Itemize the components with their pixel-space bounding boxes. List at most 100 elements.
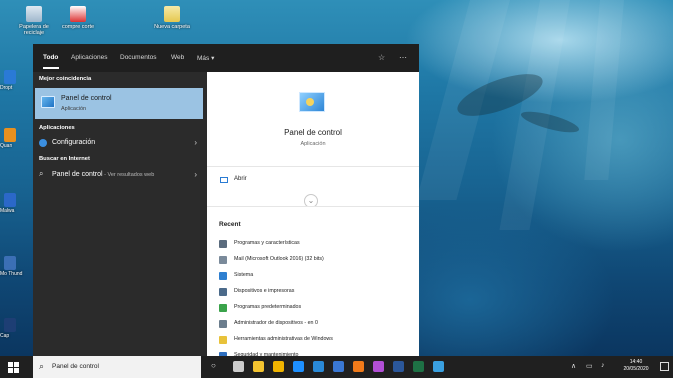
desktop-icon-cap[interactable]: Cap (0, 318, 24, 339)
tab-documentos[interactable]: Documentos (120, 54, 157, 61)
open-window-icon (220, 177, 228, 183)
network-icon[interactable]: ▭ (586, 362, 593, 370)
recent-item[interactable]: Sistema (219, 271, 415, 283)
ie-icon[interactable] (313, 361, 324, 372)
best-match-subtitle: Aplicación (61, 106, 87, 112)
windows-store-icon[interactable] (333, 361, 344, 372)
gear-icon (39, 139, 47, 147)
recent-item[interactable]: Programas predeterminados (219, 303, 415, 315)
search-tabs: Todo Aplicaciones Documentos Web Más ▾ ☆… (33, 44, 419, 72)
windows-logo-part (14, 368, 19, 373)
web-suffix: - Ver resultados web (102, 172, 155, 178)
recent-item[interactable]: Dispositivos e impresoras (219, 287, 415, 299)
light-ray (584, 0, 624, 180)
pdf-icon (70, 6, 86, 22)
taskbar: ⌕ Panel de control ○ ∧ ▭ ♪ 14:40 20/05/2… (0, 356, 673, 378)
word-icon[interactable] (393, 361, 404, 372)
recent-item-icon (219, 256, 227, 264)
recent-item-label: Dispositivos e impresoras (234, 288, 295, 294)
thunderbird-icon (4, 256, 16, 270)
store-icon[interactable] (273, 361, 284, 372)
desktop-icon-label: Papelera de reciclaje (19, 24, 49, 36)
recent-item-label: Programas predeterminados (234, 304, 302, 310)
result-web-search[interactable]: ⌕ Panel de control - Ver resultados web … (33, 168, 207, 184)
preview-pane: Panel de control Aplicación Abrir ⌄ Rece… (207, 72, 419, 376)
search-text: Panel de control (52, 363, 99, 370)
recent-item-icon (219, 272, 227, 280)
tab-aplicaciones[interactable]: Aplicaciones (71, 54, 108, 61)
windows-logo-part (14, 362, 19, 367)
clock-date: 20/05/2020 (623, 366, 649, 372)
open-label: Abrir (234, 176, 247, 182)
best-match-item[interactable]: Panel de control Aplicación (35, 88, 203, 119)
desktop-icon-dropbox[interactable]: Dropt (0, 70, 24, 91)
search-icon: ⌕ (39, 361, 45, 371)
section-apps: Aplicaciones (39, 125, 75, 131)
desktop-icon-label: Cap (0, 333, 10, 339)
teams-icon[interactable] (373, 361, 384, 372)
recent-item-icon (219, 288, 227, 296)
cortana-icon[interactable]: ○ (211, 361, 216, 370)
search-icon: ⌕ (39, 169, 44, 178)
chevron-right-icon[interactable]: › (194, 170, 197, 179)
desktop-icon-label: compre corte (61, 24, 95, 30)
result-label: Panel de control - Ver resultados web (52, 171, 154, 178)
recent-item-icon (219, 304, 227, 312)
recent-item[interactable]: Mail (Microsoft Outlook 2016) (32 bits) (219, 255, 415, 267)
app-icon[interactable] (433, 361, 444, 372)
desktop-icon-label: Malwa (0, 208, 15, 214)
chevron-right-icon[interactable]: › (194, 138, 197, 147)
start-button[interactable] (8, 362, 19, 373)
section-internet: Buscar en Internet (39, 156, 90, 162)
recent-item-label: Administrador de dispositivos - en 0 (234, 320, 318, 326)
desktop-icon-nueva-carpeta[interactable]: Nueva carpeta (150, 6, 194, 30)
desktop-icon-label: Dropt (0, 85, 13, 91)
recent-item[interactable]: Herramientas administrativas de Windows (219, 335, 415, 347)
desktop-icon-thunderbird[interactable]: Mo Thund (0, 256, 24, 277)
open-action[interactable]: Abrir ⌄ (207, 166, 419, 208)
recent-item-label: Sistema (234, 272, 254, 278)
taskbar-search-box[interactable]: ⌕ Panel de control (33, 356, 201, 378)
feedback-icon[interactable]: ☆ (378, 53, 385, 62)
control-panel-icon (41, 96, 55, 108)
firefox-icon[interactable] (353, 361, 364, 372)
section-best-match: Mejor coincidencia (39, 76, 92, 82)
web-query: Panel de control (52, 171, 103, 178)
volume-icon[interactable]: ♪ (601, 362, 605, 369)
recent-item[interactable]: Programas y características (219, 239, 415, 251)
task-view-icon[interactable] (233, 361, 244, 372)
more-options-icon[interactable]: ⋯ (399, 53, 407, 62)
desktop-icon-label: Nueva carpeta (154, 24, 190, 30)
recent-item-label: Herramientas administrativas de Windows (234, 336, 333, 342)
desktop-icon-compre-corte[interactable]: compre corte (56, 6, 100, 30)
chevron-up-icon[interactable]: ∧ (571, 362, 576, 370)
notification-icon[interactable] (660, 362, 669, 371)
tab-todo[interactable]: Todo (43, 54, 58, 61)
preview-type: Aplicación (300, 141, 326, 147)
desktop-icon-malwarebytes[interactable]: Malwa (0, 193, 24, 214)
preview-header: Panel de control Aplicación (207, 72, 419, 166)
edge-icon[interactable] (293, 361, 304, 372)
result-configuracion[interactable]: Configuración › (33, 136, 207, 152)
excel-icon[interactable] (413, 361, 424, 372)
preview-title: Panel de control (284, 128, 342, 137)
search-panel: Todo Aplicaciones Documentos Web Más ▾ ☆… (33, 44, 419, 376)
dropbox-icon (4, 70, 16, 84)
result-label: Configuración (52, 139, 96, 146)
control-panel-icon (299, 92, 325, 112)
desktop-icon-quan[interactable]: Quan (0, 128, 24, 149)
recent-item[interactable]: Administrador de dispositivos - en 0 (219, 319, 415, 331)
app-icon (4, 128, 16, 142)
clock[interactable]: 14:40 20/05/2020 (618, 359, 654, 373)
desktop-icon-recycle-bin[interactable]: Papelera de reciclaje (12, 6, 56, 36)
clock-time: 14:40 (629, 359, 643, 365)
recent-header: Recent (219, 221, 241, 228)
tab-web[interactable]: Web (171, 54, 184, 61)
recent-item-label: Mail (Microsoft Outlook 2016) (32 bits) (234, 256, 324, 262)
recent-item-icon (219, 336, 227, 344)
tab-mas[interactable]: Más ▾ (197, 54, 214, 62)
windows-logo-icon (8, 362, 13, 367)
sticky-notes-icon[interactable] (253, 361, 264, 372)
recent-item-icon (219, 320, 227, 328)
results-list: Mejor coincidencia Panel de control Apli… (33, 72, 207, 357)
